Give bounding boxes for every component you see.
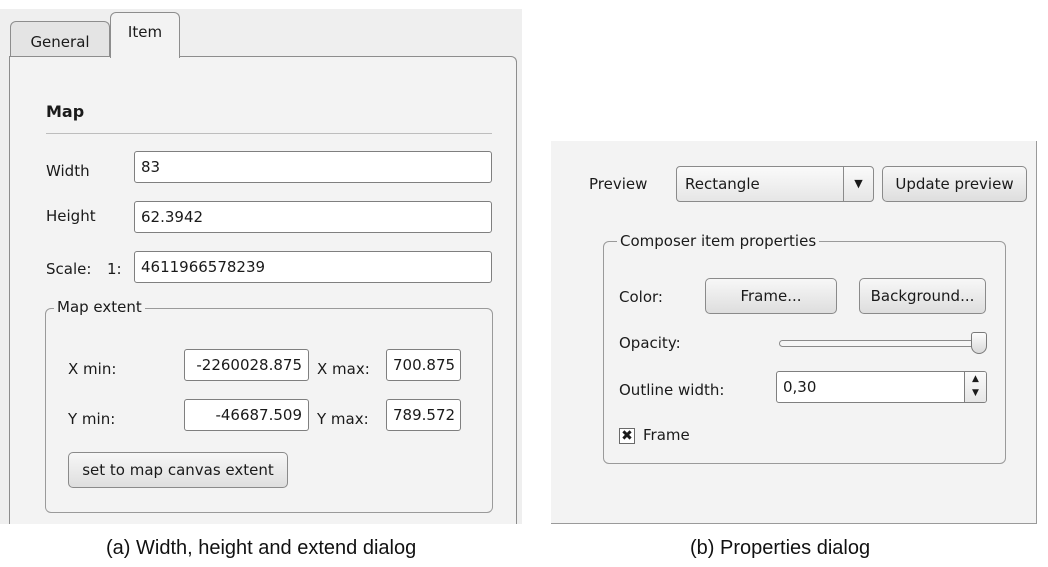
y-max-label: Y max:	[317, 410, 369, 428]
update-preview-button[interactable]: Update preview	[882, 166, 1027, 202]
x-min-label: X min:	[68, 360, 117, 378]
scale-label: Scale:	[46, 260, 92, 278]
y-min-field[interactable]: -46687.509	[184, 399, 309, 431]
frame-color-button[interactable]: Frame...	[705, 278, 837, 314]
outline-width-value: 0,30	[783, 378, 817, 396]
x-max-field[interactable]: 700.875	[386, 349, 461, 381]
color-label: Color:	[619, 288, 663, 306]
outline-width-label: Outline width:	[619, 381, 725, 399]
outline-width-spinbox[interactable]: 0,30 ▲ ▼	[776, 371, 987, 403]
section-divider	[46, 133, 492, 134]
composer-item-properties-title: Composer item properties	[617, 232, 820, 250]
tab-item[interactable]: Item	[110, 12, 180, 58]
scale-field[interactable]: 4611966578239	[134, 251, 492, 283]
preview-combo-value: Rectangle	[685, 175, 760, 193]
width-field[interactable]: 83	[134, 151, 492, 183]
frame-checkbox-label: Frame	[643, 426, 690, 444]
opacity-label: Opacity:	[619, 334, 681, 352]
x-max-label: X max:	[317, 360, 370, 378]
map-extent-title: Map extent	[54, 298, 145, 316]
opacity-slider-handle[interactable]	[971, 332, 987, 354]
map-item-panel: General Item Map Width 83 Height 62.3942…	[0, 0, 522, 524]
scale-prefix: 1:	[107, 260, 122, 278]
frame-checkbox[interactable]: ✖	[619, 428, 635, 444]
y-max-field[interactable]: 789.572	[386, 399, 461, 431]
preview-label: Preview	[589, 175, 648, 193]
properties-panel: Preview Rectangle ▼ Update preview Compo…	[551, 141, 1037, 524]
chevron-down-icon[interactable]: ▼	[843, 167, 873, 201]
width-label: Width	[46, 162, 90, 180]
preview-combo[interactable]: Rectangle ▼	[676, 166, 874, 202]
height-label: Height	[46, 207, 96, 225]
spin-arrows-icon[interactable]: ▲ ▼	[964, 372, 986, 402]
x-min-field[interactable]: -2260028.875	[184, 349, 309, 381]
caption-b: (b) Properties dialog	[690, 537, 871, 559]
background-color-button[interactable]: Background...	[859, 278, 986, 314]
checkmark-icon: ✖	[621, 428, 633, 444]
opacity-slider-track[interactable]	[779, 340, 987, 347]
caption-a: (a) Width, height and extend dialog	[106, 537, 417, 559]
section-title: Map	[46, 102, 85, 121]
tab-content: Map Width 83 Height 62.3942 Scale: 1: 46…	[9, 56, 517, 524]
height-field[interactable]: 62.3942	[134, 201, 492, 233]
y-min-label: Y min:	[68, 410, 116, 428]
tab-general[interactable]: General	[10, 21, 110, 57]
set-to-map-canvas-extent-button[interactable]: set to map canvas extent	[68, 452, 288, 488]
